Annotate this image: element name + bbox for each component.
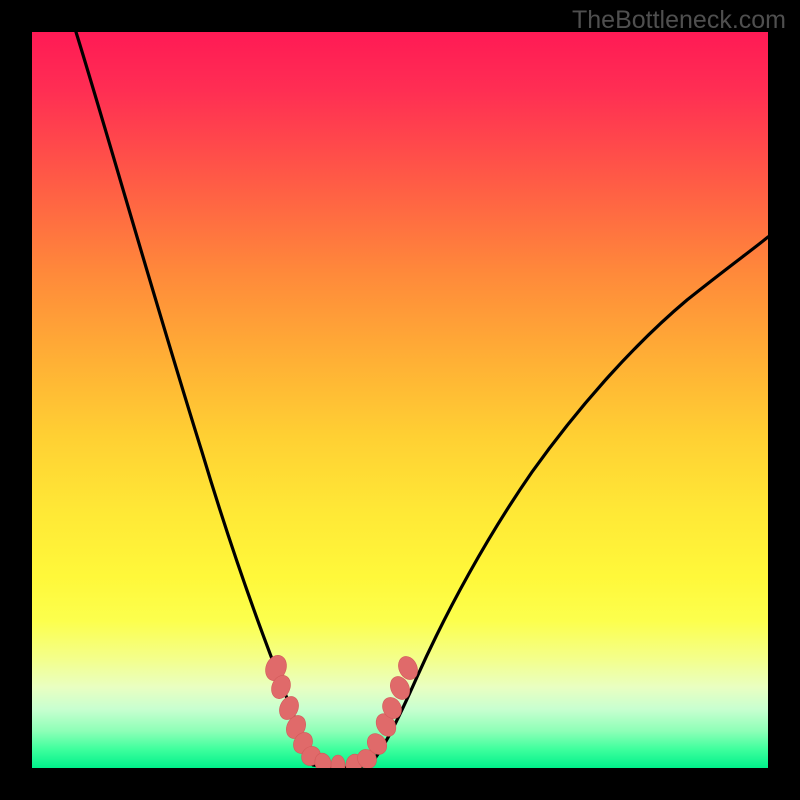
left-marker-cluster xyxy=(262,652,364,768)
chart-gradient-area xyxy=(32,32,768,768)
right-marker-cluster xyxy=(354,653,422,768)
watermark-text: TheBottleneck.com xyxy=(572,6,786,35)
chart-outer-frame: TheBottleneck.com xyxy=(0,0,800,800)
bottleneck-curve-svg xyxy=(32,32,768,768)
curve-right-branch xyxy=(370,237,768,764)
